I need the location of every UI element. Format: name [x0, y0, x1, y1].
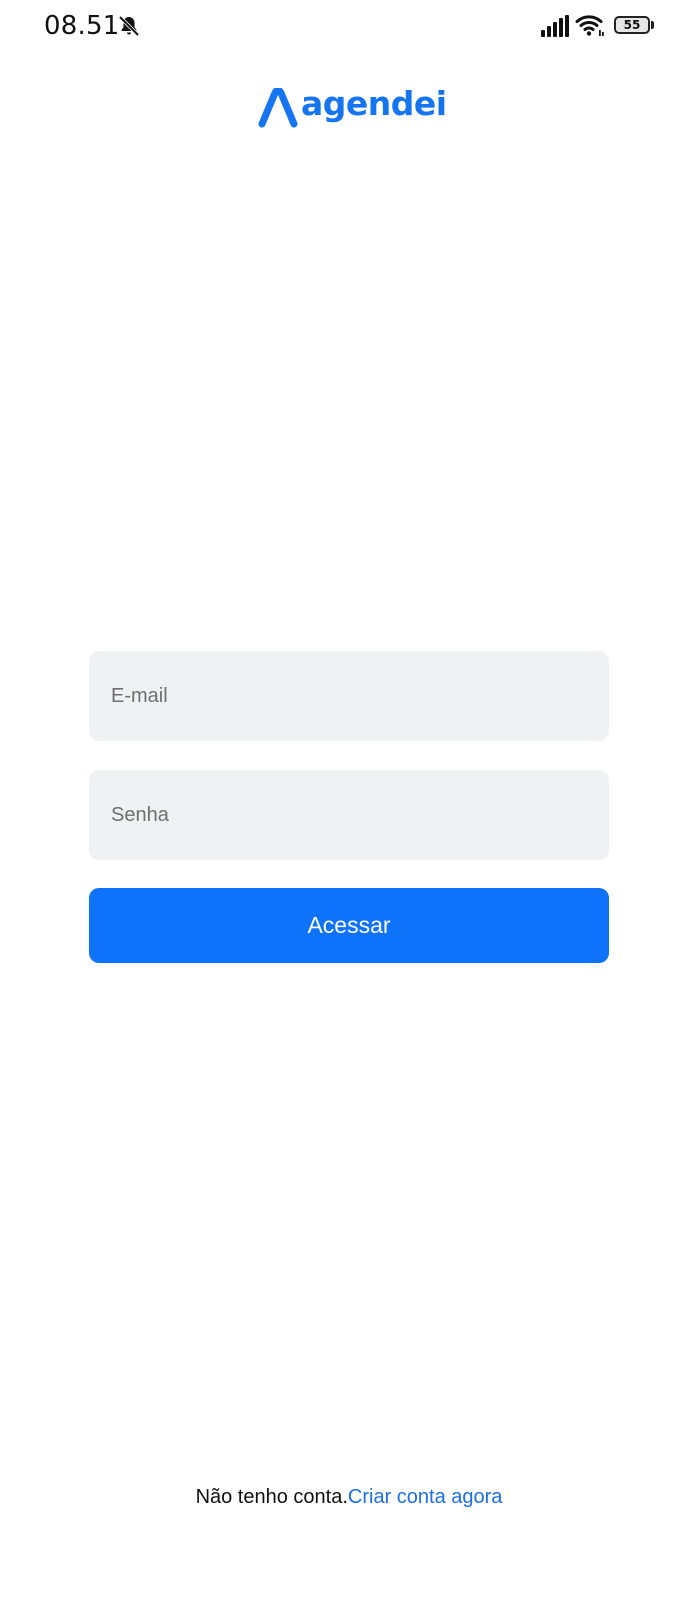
app-logo: agendei: [258, 84, 448, 130]
logo-mark-icon: [258, 88, 298, 128]
bell-off-icon: [118, 15, 140, 37]
no-account-text: Não tenho conta.: [195, 1486, 348, 1508]
brand-name: agendei: [301, 84, 447, 123]
email-field[interactable]: [89, 651, 609, 741]
password-field[interactable]: [89, 770, 609, 860]
battery-icon: 55: [614, 16, 656, 36]
status-bar: 08.51 55: [0, 0, 698, 56]
signup-prompt: Não tenho conta.Criar conta agora: [0, 1486, 698, 1509]
battery-level: 55: [623, 18, 641, 32]
wifi-icon: [575, 15, 604, 36]
status-time: 08.51: [44, 11, 120, 41]
login-button[interactable]: Acessar: [89, 888, 609, 963]
signal-icon: [541, 15, 569, 37]
create-account-link[interactable]: Criar conta agora: [348, 1486, 503, 1508]
